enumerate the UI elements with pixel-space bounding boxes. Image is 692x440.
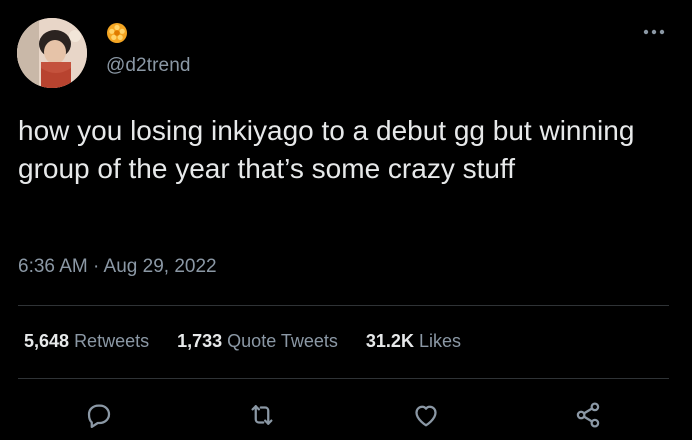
retweets-stat[interactable]: 5,648 Retweets — [24, 331, 149, 352]
share-icon[interactable] — [573, 400, 603, 430]
orange-flower-badge-icon — [106, 22, 128, 44]
divider — [18, 378, 669, 379]
quote-tweets-count: 1,733 — [177, 331, 223, 351]
divider — [18, 305, 669, 306]
likes-label: Likes — [418, 331, 461, 351]
retweets-count: 5,648 — [24, 331, 70, 351]
quote-tweets-label: Quote Tweets — [227, 331, 338, 351]
likes-count: 31.2K — [365, 331, 414, 351]
tweet-timestamp[interactable]: 6:36 AM · Aug 29, 2022 — [18, 256, 217, 278]
retweet-icon[interactable] — [247, 400, 277, 430]
action-bar — [0, 400, 692, 432]
engagement-stats: 5,648 Retweets 1,733 Quote Tweets 31.2K … — [24, 331, 461, 352]
avatar[interactable] — [17, 18, 87, 88]
more-options-icon[interactable] — [641, 24, 667, 40]
tweet-card: @d2trend how you losing inkiyago to a de… — [0, 0, 692, 440]
retweets-label: Retweets — [74, 331, 150, 351]
reply-icon[interactable] — [84, 400, 114, 430]
quote-tweets-stat[interactable]: 1,733 Quote Tweets — [177, 331, 338, 352]
tweet-text: how you losing inkiyago to a debut gg bu… — [18, 115, 643, 184]
author-handle[interactable]: @d2trend — [106, 55, 191, 77]
heart-icon[interactable] — [411, 400, 441, 430]
likes-stat[interactable]: 31.2K Likes — [366, 331, 461, 352]
